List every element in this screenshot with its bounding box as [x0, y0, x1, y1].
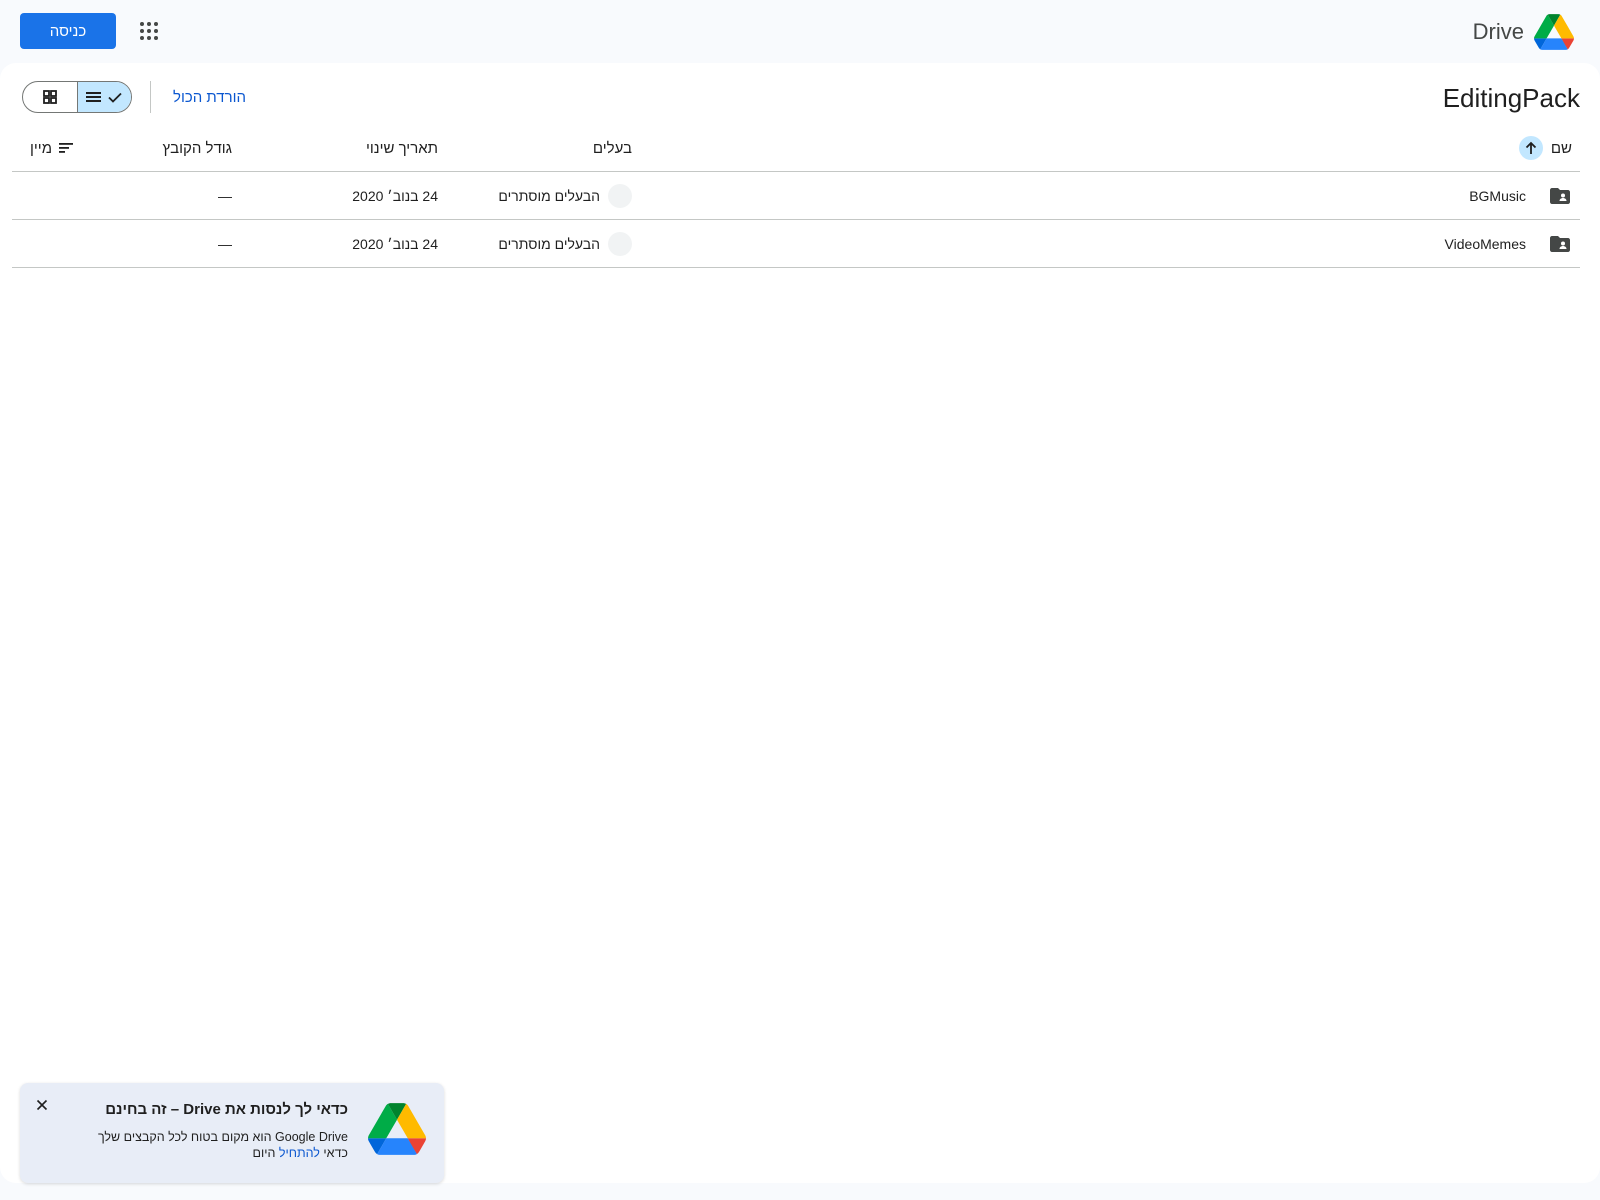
- close-icon[interactable]: [32, 1095, 52, 1115]
- promo-body-line2: כדאי להתחיל היום: [252, 1146, 348, 1160]
- grid-view-button[interactable]: [23, 82, 78, 112]
- promo-body-line1: Google Drive הוא מקום בטוח לכל הקבצים של…: [97, 1130, 348, 1144]
- file-table: שם בעלים תאריך שינוי גודל הקובץ מיין BGM…: [12, 125, 1580, 268]
- file-name-cell: BGMusic: [1469, 172, 1572, 219]
- column-name-label: שם: [1550, 139, 1572, 157]
- arrow-up-icon[interactable]: [1518, 136, 1543, 160]
- drive-logo-icon: [368, 1103, 426, 1155]
- list-view-button[interactable]: [77, 82, 131, 112]
- get-started-link[interactable]: להתחיל: [279, 1146, 320, 1160]
- column-header-modified: תאריך שינוי: [365, 139, 438, 157]
- promo-title: כדאי לך לנסות את Drive – זה בחינם: [105, 1101, 348, 1118]
- modified-date: 24 בנוב׳ 2020: [352, 235, 438, 252]
- page-title: EditingPack: [1442, 83, 1580, 113]
- checkmark-icon: [108, 92, 122, 103]
- avatar: [608, 231, 632, 256]
- column-header-size: גודל הקובץ: [162, 139, 232, 157]
- owner-name: הבעלים מוסתרים: [498, 235, 600, 252]
- table-row[interactable]: VideoMemes הבעלים מוסתרים 24 בנוב׳ 2020 …: [12, 220, 1580, 268]
- sort-label: מיין: [30, 139, 52, 157]
- top-bar: Drive כניסה: [0, 0, 1600, 64]
- file-name: VideoMemes: [1444, 235, 1526, 252]
- avatar: [608, 183, 632, 208]
- signin-button[interactable]: כניסה: [20, 13, 116, 49]
- owner-name: הבעלים מוסתרים: [498, 187, 600, 204]
- table-row[interactable]: BGMusic הבעלים מוסתרים 24 בנוב׳ 2020 —: [12, 172, 1580, 220]
- shared-folder-icon: [1550, 235, 1570, 252]
- brand[interactable]: Drive: [1473, 12, 1574, 52]
- file-size: —: [218, 187, 232, 204]
- grid-view-icon: [42, 90, 57, 104]
- list-view-icon: [86, 92, 102, 102]
- sort-button[interactable]: מיין: [30, 125, 74, 171]
- brand-name: Drive: [1472, 19, 1524, 44]
- promo-body: Google Drive הוא מקום בטוח לכל הקבצים של…: [98, 1129, 348, 1161]
- view-toggle: [22, 81, 132, 113]
- drive-logo-icon: [1534, 14, 1574, 50]
- promo-card: כדאי לך לנסות את Drive – זה בחינם Google…: [20, 1083, 444, 1183]
- toolbar-divider: [150, 81, 151, 113]
- download-all-link[interactable]: הורדת הכול: [173, 89, 246, 106]
- column-header-owner: בעלים: [592, 139, 632, 157]
- shared-folder-icon: [1550, 187, 1570, 204]
- apps-grid-icon[interactable]: [134, 16, 164, 46]
- file-name: BGMusic: [1469, 187, 1526, 204]
- owner-cell: הבעלים מוסתרים: [498, 172, 632, 219]
- modified-date: 24 בנוב׳ 2020: [352, 187, 438, 204]
- toolbar: הורדת הכול: [22, 81, 246, 113]
- file-name-cell: VideoMemes: [1445, 220, 1572, 267]
- main-panel: EditingPack הורדת הכול שם בעלים תאריך שי…: [0, 63, 1600, 1183]
- owner-cell: הבעלים מוסתרים: [498, 220, 632, 267]
- column-header-name[interactable]: שם: [1518, 125, 1572, 171]
- table-header-row: שם בעלים תאריך שינוי גודל הקובץ מיין: [12, 125, 1580, 172]
- file-size: —: [218, 235, 232, 252]
- sort-lines-icon: [59, 143, 73, 153]
